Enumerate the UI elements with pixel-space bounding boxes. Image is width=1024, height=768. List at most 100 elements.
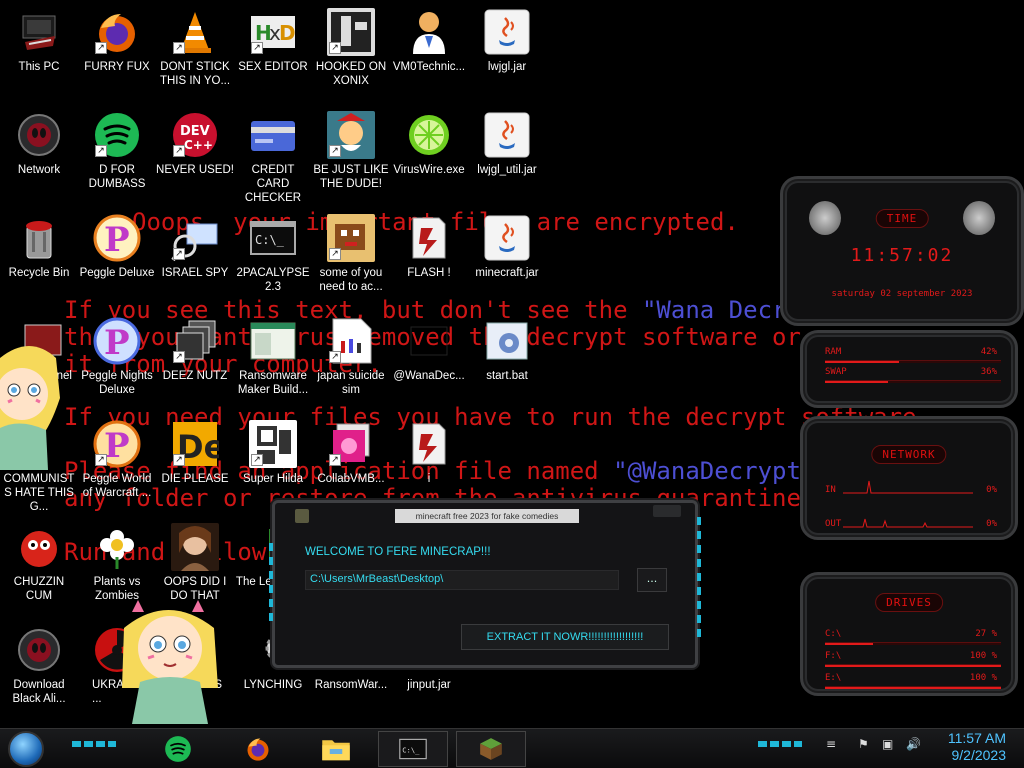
- credit-card-icon: [249, 111, 297, 159]
- desktop-icon-sex-editor[interactable]: Hx D ↗ SEX EDITOR: [234, 2, 312, 102]
- doctor-icon: [405, 8, 453, 56]
- desktop-icon-recycle-bin[interactable]: Recycle Bin: [0, 208, 78, 308]
- icon-label: BE JUST LIKE THE DUDE!: [313, 164, 389, 190]
- icon-label: FLASH !: [407, 267, 451, 279]
- gadget-time-date: saturday 02 september 2023: [831, 289, 973, 299]
- desktop-icon-network[interactable]: Network: [0, 105, 78, 205]
- tray-network-icon[interactable]: ▣: [882, 737, 893, 751]
- star-character-sticker-left: [0, 346, 60, 470]
- folder-icon: [322, 740, 350, 761]
- desktop-icon-hooked-on-xonix[interactable]: ↗ HOOKED ON XONIX: [312, 2, 390, 102]
- icon-label: 2PACALYPSE 2.3: [236, 267, 310, 293]
- dialog-path-field[interactable]: C:\Users\MrBeast\Desktop\: [305, 570, 619, 590]
- desktop-icon-peggle-nights[interactable]: P Peggle Nights Deluxe: [78, 311, 156, 411]
- icon-label: lwjgl.jar: [487, 61, 527, 73]
- drive-c-value: 27 %: [975, 629, 997, 639]
- desktop-icon-be-just-like-the-dude[interactable]: ↗ BE JUST LIKE THE DUDE!: [312, 105, 390, 205]
- icon-label: This PC: [18, 61, 60, 73]
- icon-label: minecraft.jar: [475, 267, 539, 279]
- taskbar-spotify[interactable]: [158, 731, 198, 767]
- desktop-icon-never-used[interactable]: DEV C++ ↗ NEVER USED!: [156, 105, 234, 205]
- svg-text:P: P: [104, 220, 130, 260]
- taskbar-cmd[interactable]: C:\_: [378, 731, 448, 767]
- desktop-icon-start-bat[interactable]: start.bat: [468, 311, 546, 411]
- icon-label: RansomWar...: [314, 679, 388, 691]
- dialog-close-icon[interactable]: [653, 505, 681, 517]
- spy-icon: ↗: [171, 214, 219, 262]
- desktop-icon-chuzzin-cum[interactable]: CHUZZIN CUM: [0, 517, 78, 617]
- dialog-browse-button[interactable]: ...: [637, 568, 667, 592]
- icon-label: Ransomware Maker Build...: [237, 370, 309, 396]
- desktop[interactable]: Ooops, your important files are encrypte…: [0, 0, 1024, 728]
- gadget-ram[interactable]: RAM 42% SWAP 36%: [800, 330, 1018, 408]
- shortcut-arrow-icon: ↗: [173, 42, 185, 54]
- desktop-icon-deez-nutz[interactable]: ↗ DEEZ NUTZ: [156, 311, 234, 411]
- icon-label: VM0Technic...: [392, 61, 466, 73]
- desktop-icon-d-for-dumbass[interactable]: ↗ D FOR DUMBASS: [78, 105, 156, 205]
- taskbar-cyan-leds-left: [72, 741, 116, 747]
- desktop-icon-download-black-alien[interactable]: Download Black Ali...: [0, 620, 78, 720]
- flash-icon: [405, 420, 453, 468]
- alien-icon: [15, 626, 63, 674]
- desktop-icon-viruswire[interactable]: VirusWire.exe: [390, 105, 468, 205]
- document-icon: ↗: [327, 317, 375, 365]
- icon-label: NEVER USED!: [156, 164, 234, 176]
- alien-network-icon: [15, 111, 63, 159]
- desktop-icon-vm0technic[interactable]: VM0Technic...: [390, 2, 468, 102]
- vlc-cone-icon: ↗: [171, 8, 219, 56]
- desktop-icon-i[interactable]: i: [390, 414, 468, 514]
- start-button[interactable]: [8, 731, 44, 767]
- taskbar-firefox[interactable]: [238, 731, 278, 767]
- tray-hidden-icons-icon[interactable]: ≡: [826, 737, 836, 751]
- spotify-icon: ↗: [93, 111, 141, 159]
- desktop-icon-super-hilda[interactable]: ↗ Super Hilda: [234, 414, 312, 514]
- desktop-icon-lwjgl-util-jar[interactable]: lwjgl_util.jar: [468, 105, 546, 205]
- drive-f-label: F:\: [825, 651, 842, 661]
- desktop-icon-die-please[interactable]: De ↗ DIE PLEASE: [156, 414, 234, 514]
- desktop-icon-peggle-deluxe[interactable]: P Peggle Deluxe: [78, 208, 156, 308]
- desktop-icon-credit-card-checker[interactable]: CREDIT CARD CHECKER: [234, 105, 312, 205]
- desktop-icon-this-pc[interactable]: This PC: [0, 2, 78, 102]
- desktop-icon-dont-stick[interactable]: ↗ DONT STICK THIS IN YO...: [156, 2, 234, 102]
- icon-label: LYNCHING: [243, 679, 303, 691]
- desktop-icon-wanadec[interactable]: @WanaDec...: [390, 311, 468, 411]
- drive-c-bar: [825, 642, 1001, 645]
- desktop-icon-lwjgl-jar[interactable]: lwjgl.jar: [468, 2, 546, 102]
- desktop-icon-peggle-wow[interactable]: P ↗ Peggle World of Warcraft ...: [78, 414, 156, 514]
- svg-text:C++: C++: [184, 138, 213, 152]
- dialog-side-light-right: [697, 517, 701, 643]
- desktop-icon-furry-fux[interactable]: ↗ FURRY FUX: [78, 2, 156, 102]
- taskbar-minecraft[interactable]: [456, 731, 526, 767]
- desktop-icon-japan-suicide-sim[interactable]: ↗ japan suicide sim: [312, 311, 390, 411]
- desktop-icon-minecraft-jar[interactable]: minecraft.jar: [468, 208, 546, 308]
- drive-f-value: 100 %: [969, 651, 997, 661]
- dialog-extract-button[interactable]: EXTRACT IT NOWR!!!!!!!!!!!!!!!!!!: [461, 624, 669, 650]
- desktop-icon-flash[interactable]: FLASH !: [390, 208, 468, 308]
- installer-dialog[interactable]: minecraft free 2023 for fake comedies WE…: [269, 500, 701, 668]
- network-in-label: IN: [825, 485, 836, 495]
- desktop-icon-collabvmb[interactable]: ↗ CollabVMB...: [312, 414, 390, 514]
- desktop-icon-israel-spy[interactable]: ↗ ISRAEL SPY: [156, 208, 234, 308]
- icon-label: ISRAEL SPY: [161, 267, 229, 279]
- desktop-icon-some-of-you[interactable]: ↗ some of you need to ac...: [312, 208, 390, 308]
- windows-stack-icon: ↗: [171, 317, 219, 365]
- taskbar-clock[interactable]: 11:57 AM 9/2/2023: [948, 730, 1006, 764]
- desktop-icon-2pacalypse[interactable]: C:\_ 2PACALYPSE 2.3: [234, 208, 312, 308]
- gadget-drives-title: DRIVES: [875, 593, 943, 612]
- tray-flag-icon[interactable]: ⚑: [858, 737, 869, 751]
- java-icon: [483, 111, 531, 159]
- shortcut-arrow-icon: ↗: [329, 248, 341, 260]
- gadget-network[interactable]: NETWORK IN 0% OUT 0%: [800, 416, 1018, 540]
- desktop-icon-ransomware-maker[interactable]: Ransomware Maker Build...: [234, 311, 312, 411]
- drive-e-bar: [825, 686, 1001, 689]
- svg-text:P: P: [104, 323, 130, 363]
- gadget-time[interactable]: TIME 11:57:02 saturday 02 september 2023: [780, 176, 1024, 326]
- wana-icon: [405, 317, 453, 365]
- taskbar-explorer[interactable]: [316, 731, 356, 767]
- shortcut-arrow-icon: ↗: [173, 454, 185, 466]
- dialog-app-icon: [295, 509, 309, 523]
- gadget-drives[interactable]: DRIVES C:\ 27 % F:\ 100 % E:\ 100 %: [800, 572, 1018, 696]
- peggle-icon: P: [93, 214, 141, 262]
- icon-label: i: [427, 473, 431, 485]
- tray-volume-icon[interactable]: 🔊: [906, 737, 921, 751]
